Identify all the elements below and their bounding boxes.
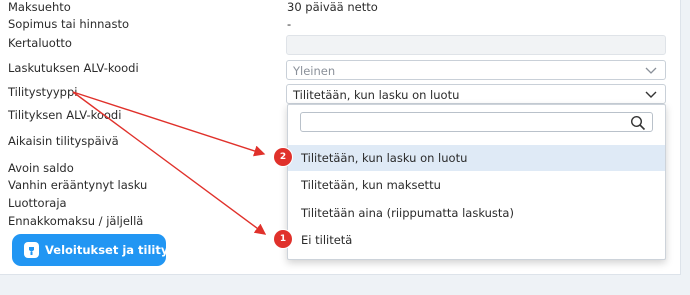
label-maksuehto: Maksuehto [8,0,71,14]
chevron-down-icon [645,91,657,98]
wallet-icon [24,242,39,258]
label-sopimus: Sopimus tai hinnasto [8,17,130,31]
step-badge-1: 1 [274,230,292,248]
label-vanhin-erääntynyt: Vanhin erääntynyt lasku [8,178,148,192]
option-label: Tilitetään, kun maksettu [301,178,441,192]
value-sopimus: - [287,17,292,31]
label-luottoraja: Luottoraja [8,196,67,210]
step-badge-2: 2 [274,148,292,166]
laskutuksen-alv-select[interactable]: Yleinen [286,60,666,80]
option-ei-tiliteta[interactable]: Ei tilitetä [288,227,665,253]
label-aikaisin-tilityspaiva: Aikaisin tilityspäivä [8,134,119,148]
dropdown-search-input[interactable] [300,112,653,132]
label-tilityksen-alv: Tilityksen ALV-koodi [8,108,122,122]
laskutuksen-alv-value: Yleinen [293,64,336,78]
label-laskutuksen-alv: Laskutuksen ALV-koodi [8,61,139,75]
tilitystyyppi-select[interactable]: Tilitetään, kun lasku on luotu [286,84,666,104]
customer-billing-panel: Maksuehto 30 päivää netto Sopimus tai hi… [0,0,681,275]
option-label: Tilitetään aina (riippumatta laskusta) [301,206,514,220]
label-kertaluotto: Kertaluotto [8,36,72,50]
option-aina[interactable]: Tilitetään aina (riippumatta laskusta) [288,200,665,226]
chevron-down-icon [645,67,657,74]
option-kun-lasku-on-luotu[interactable]: Tilitetään, kun lasku on luotu [288,145,665,171]
option-kun-maksettu[interactable]: Tilitetään, kun maksettu [288,172,665,198]
tilitystyyppi-value: Tilitetään, kun lasku on luotu [293,88,460,102]
option-label: Tilitetään, kun lasku on luotu [301,151,468,165]
option-label: Ei tilitetä [301,233,353,247]
kertaluotto-field [286,35,666,55]
label-tilitystyyppi: Tilitystyyppi [8,85,78,99]
label-avoin-saldo: Avoin saldo [8,161,74,175]
veloitukset-ja-tilitykset-button[interactable]: Veloitukset ja tilitykset [12,234,196,266]
value-maksuehto: 30 päivää netto [287,0,378,14]
tilitystyyppi-dropdown: Tilitetään, kun lasku on luotu Tilitetää… [287,104,666,260]
search-icon [630,115,646,131]
action-button-label: Veloitukset ja tilitykset [45,243,197,257]
label-ennakkomaksu: Ennakkomaksu / jäljellä [8,214,144,228]
